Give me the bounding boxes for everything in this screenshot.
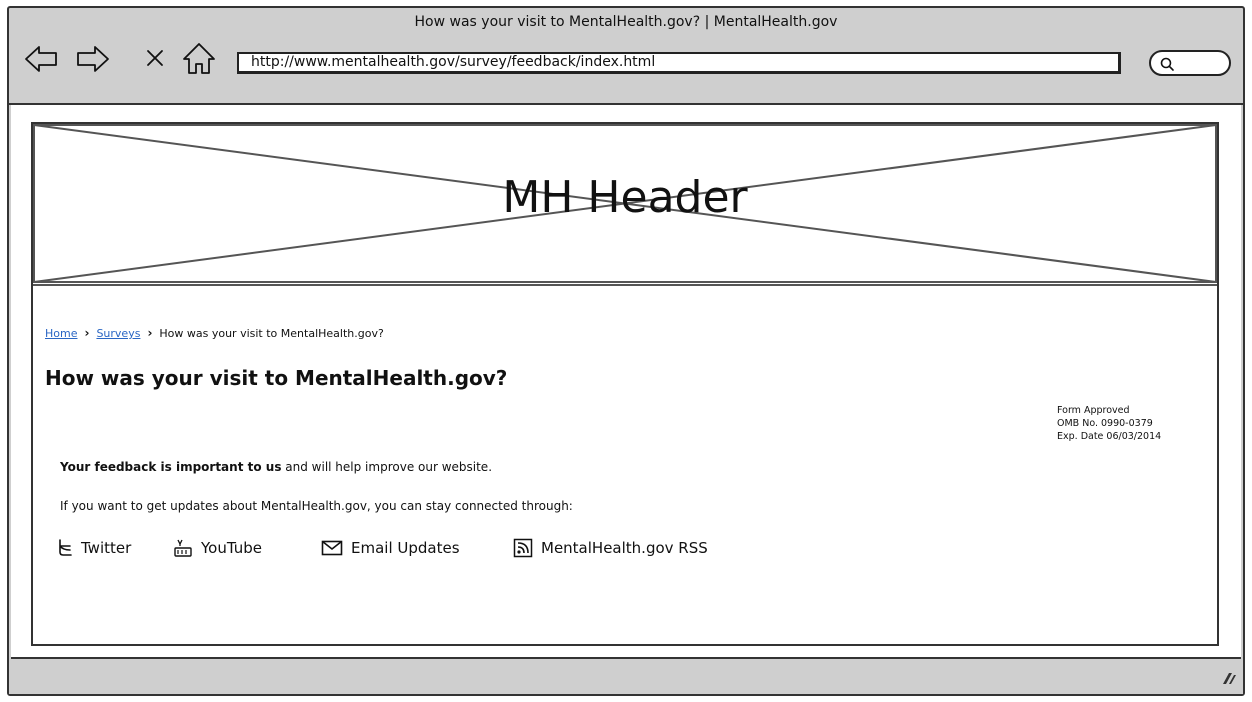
page-frame: MH Header Home › Surveys › How was your visi… [31, 122, 1219, 646]
feedback-bold: Your feedback is important to us [60, 460, 282, 474]
close-icon[interactable] [145, 48, 165, 72]
youtube-icon [174, 539, 192, 557]
omb-notice: Form Approved OMB No. 0990-0379 Exp. Dat… [1057, 404, 1161, 443]
social-link-label: Twitter [81, 539, 132, 557]
email-icon [321, 540, 343, 556]
social-link-email-updates[interactable]: Email Updates [321, 537, 460, 559]
search-box[interactable] [1149, 50, 1231, 76]
back-arrow-icon[interactable] [23, 44, 59, 78]
header-label: MH Header [502, 172, 748, 223]
omb-line: Exp. Date 06/03/2014 [1057, 431, 1162, 442]
social-link-youtube[interactable]: YouTube [173, 537, 262, 559]
breadcrumb-current: How was your visit to MentalHealth.gov? [159, 327, 384, 340]
breadcrumb-surveys-link[interactable]: Surveys [96, 327, 140, 340]
page-content: MH Header Home › Surveys › How was your visi… [11, 105, 1241, 659]
social-link-twitter[interactable]: Twitter [57, 537, 131, 559]
breadcrumb: Home › Surveys › How was your visit to Menta… [45, 326, 384, 340]
feedback-rest: and will help improve our website. [281, 460, 493, 474]
feedback-text: Your feedback is important to us and wil… [60, 460, 492, 474]
forward-arrow-icon[interactable] [75, 44, 111, 78]
window-title: How was your visit to MentalHealth.gov? … [414, 14, 838, 30]
search-icon [1160, 57, 1174, 71]
social-link-rss[interactable]: MentalHealth.gov RSS [513, 537, 708, 559]
breadcrumb-separator-icon: › [84, 326, 90, 340]
updates-text: If you want to get updates about MentalH… [60, 499, 573, 513]
breadcrumb-home-link[interactable]: Home [45, 327, 77, 340]
social-link-label: YouTube [201, 539, 262, 557]
page-title: How was your visit to MentalHealth.gov? [45, 366, 508, 390]
address-bar[interactable]: http://www.mentalhealth.gov/survey/feedb… [237, 52, 1121, 74]
breadcrumb-separator-icon: › [147, 326, 153, 340]
browser-toolbar: How was your visit to MentalHealth.gov? … [9, 8, 1243, 105]
omb-line: OMB No. 0990-0379 [1057, 418, 1153, 429]
header-image-placeholder: MH Header [33, 124, 1217, 286]
home-icon[interactable] [181, 40, 217, 80]
resize-grip-icon[interactable] [1219, 670, 1237, 690]
omb-line: Form Approved [1057, 405, 1130, 416]
status-bar [9, 659, 1243, 694]
social-link-label: Email Updates [351, 539, 460, 557]
social-link-label: MentalHealth.gov RSS [541, 539, 708, 557]
rss-icon [513, 538, 533, 558]
twitter-icon [59, 539, 72, 556]
browser-window: How was your visit to MentalHealth.gov? … [7, 6, 1245, 696]
